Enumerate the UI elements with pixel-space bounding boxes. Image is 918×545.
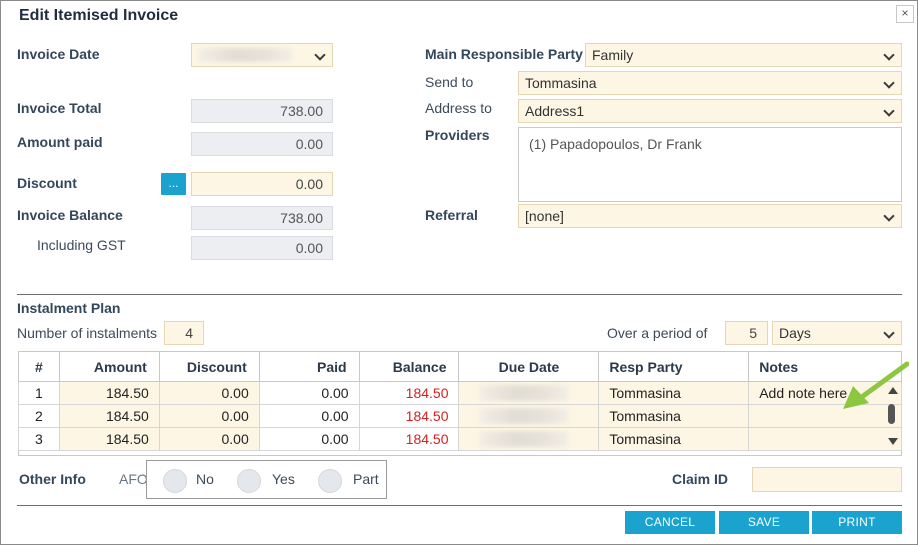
due-date-cell[interactable]: [458, 404, 600, 428]
invoice-date-label: Invoice Date: [17, 46, 100, 62]
col-header-resp-party[interactable]: Resp Party: [598, 351, 750, 382]
period-unit-value: Days: [779, 325, 811, 341]
radio-part[interactable]: [318, 469, 342, 493]
number-of-instalments-label: Number of instalments: [17, 325, 158, 341]
cancel-button[interactable]: CANCEL: [625, 511, 715, 534]
radio-part-label: Part: [353, 471, 379, 487]
col-header-discount[interactable]: Discount: [158, 351, 260, 382]
chevron-down-icon: [883, 105, 895, 117]
referral-select[interactable]: [none]: [518, 204, 902, 228]
chevron-down-icon: [883, 210, 895, 222]
radio-no[interactable]: [163, 469, 187, 493]
period-input[interactable]: 5: [725, 321, 768, 345]
referral-value: [none]: [525, 208, 564, 224]
resp-party-cell[interactable]: Tommasina: [598, 381, 750, 405]
col-header-paid[interactable]: Paid: [258, 351, 360, 382]
redacted-date: [478, 431, 569, 447]
balance-cell: 184.50: [358, 427, 460, 451]
claim-id-label: Claim ID: [672, 471, 729, 487]
send-to-select[interactable]: Tommasina: [518, 71, 902, 95]
including-gst-value: 0.00: [191, 236, 333, 260]
discount-details-button[interactable]: ...: [161, 173, 186, 195]
radio-no-label: No: [196, 471, 214, 487]
resp-party-cell[interactable]: Tommasina: [598, 427, 750, 451]
discount-input[interactable]: 0.00: [191, 172, 333, 196]
due-date-cell[interactable]: [458, 427, 600, 451]
dialog-title: Edit Itemised Invoice: [19, 7, 179, 24]
main-party-select[interactable]: Family: [585, 43, 902, 67]
radio-yes[interactable]: [237, 469, 261, 493]
discount-cell[interactable]: 0.00: [158, 404, 260, 428]
amount-paid-label: Amount paid: [17, 134, 103, 150]
print-button[interactable]: PRINT: [812, 511, 902, 534]
amount-cell[interactable]: 184.50: [58, 427, 160, 451]
main-party-value: Family: [592, 47, 634, 63]
col-header-num[interactable]: #: [18, 351, 60, 382]
balance-cell: 184.50: [358, 381, 460, 405]
edit-invoice-dialog: Edit Itemised Invoice × Invoice Date Inv…: [0, 0, 918, 545]
radio-yes-label: Yes: [272, 471, 295, 487]
redacted-date: [198, 48, 293, 62]
table-header-row: # Amount Discount Paid Balance Due Date …: [18, 351, 902, 382]
number-of-instalments-input[interactable]: 4: [164, 321, 204, 345]
claim-id-input[interactable]: [752, 467, 902, 492]
table-row: 3 184.50 0.00 0.00 184.50 Tommasina: [18, 427, 902, 451]
notes-cell[interactable]: [748, 427, 902, 451]
afo-label: AFO: [119, 471, 148, 487]
send-to-label: Send to: [425, 74, 474, 90]
send-to-value: Tommasina: [525, 75, 597, 91]
col-header-due-date[interactable]: Due Date: [458, 351, 600, 382]
address-to-label: Address to: [425, 100, 492, 116]
scroll-down-icon[interactable]: [888, 438, 898, 445]
invoice-balance-value: 738.00: [191, 206, 333, 230]
col-header-balance[interactable]: Balance: [358, 351, 460, 382]
invoice-balance-label: Invoice Balance: [17, 207, 123, 223]
instalment-table: # Amount Discount Paid Balance Due Date …: [18, 351, 902, 451]
period-unit-select[interactable]: Days: [772, 321, 902, 345]
paid-cell: 0.00: [258, 427, 360, 451]
invoice-date-select[interactable]: [191, 43, 333, 67]
annotation-arrow-icon: [843, 361, 909, 409]
due-date-cell[interactable]: [458, 381, 600, 405]
amount-cell[interactable]: 184.50: [58, 381, 160, 405]
discount-label: Discount: [17, 175, 77, 191]
row-number: 3: [18, 427, 60, 451]
instalment-plan-heading: Instalment Plan: [17, 300, 121, 316]
chevron-down-icon: [883, 77, 895, 89]
redacted-date: [478, 408, 569, 424]
amount-paid-value: 0.00: [191, 132, 333, 156]
section-divider: [17, 294, 902, 295]
save-button[interactable]: SAVE: [719, 511, 809, 534]
afo-radio-group: No Yes Part: [146, 460, 387, 499]
providers-label: Providers: [425, 127, 490, 143]
chevron-down-icon: [883, 327, 895, 339]
table-row: 2 184.50 0.00 0.00 184.50 Tommasina: [18, 404, 902, 428]
paid-cell: 0.00: [258, 381, 360, 405]
discount-cell[interactable]: 0.00: [158, 427, 260, 451]
address-to-value: Address1: [525, 103, 585, 119]
table-row: 1 184.50 0.00 0.00 184.50 Tommasina Add …: [18, 381, 902, 405]
including-gst-label: Including GST: [37, 237, 126, 253]
referral-label: Referral: [425, 207, 478, 223]
main-party-label: Main Responsible Party: [425, 46, 583, 62]
redacted-date: [478, 385, 569, 401]
footer-divider: [17, 505, 902, 506]
balance-cell: 184.50: [358, 404, 460, 428]
chevron-down-icon: [883, 49, 895, 61]
discount-cell[interactable]: 0.00: [158, 381, 260, 405]
providers-list[interactable]: (1) Papadopoulos, Dr Frank: [518, 127, 902, 202]
row-number: 2: [18, 404, 60, 428]
period-label: Over a period of: [607, 325, 708, 341]
invoice-total-value: 738.00: [191, 99, 333, 123]
other-info-label: Other Info: [19, 471, 86, 487]
invoice-total-label: Invoice Total: [17, 100, 102, 116]
row-number: 1: [18, 381, 60, 405]
address-to-select[interactable]: Address1: [518, 99, 902, 123]
chevron-down-icon: [314, 49, 326, 61]
resp-party-cell[interactable]: Tommasina: [598, 404, 750, 428]
paid-cell: 0.00: [258, 404, 360, 428]
close-icon[interactable]: ×: [896, 5, 914, 23]
col-header-amount[interactable]: Amount: [58, 351, 160, 382]
amount-cell[interactable]: 184.50: [58, 404, 160, 428]
